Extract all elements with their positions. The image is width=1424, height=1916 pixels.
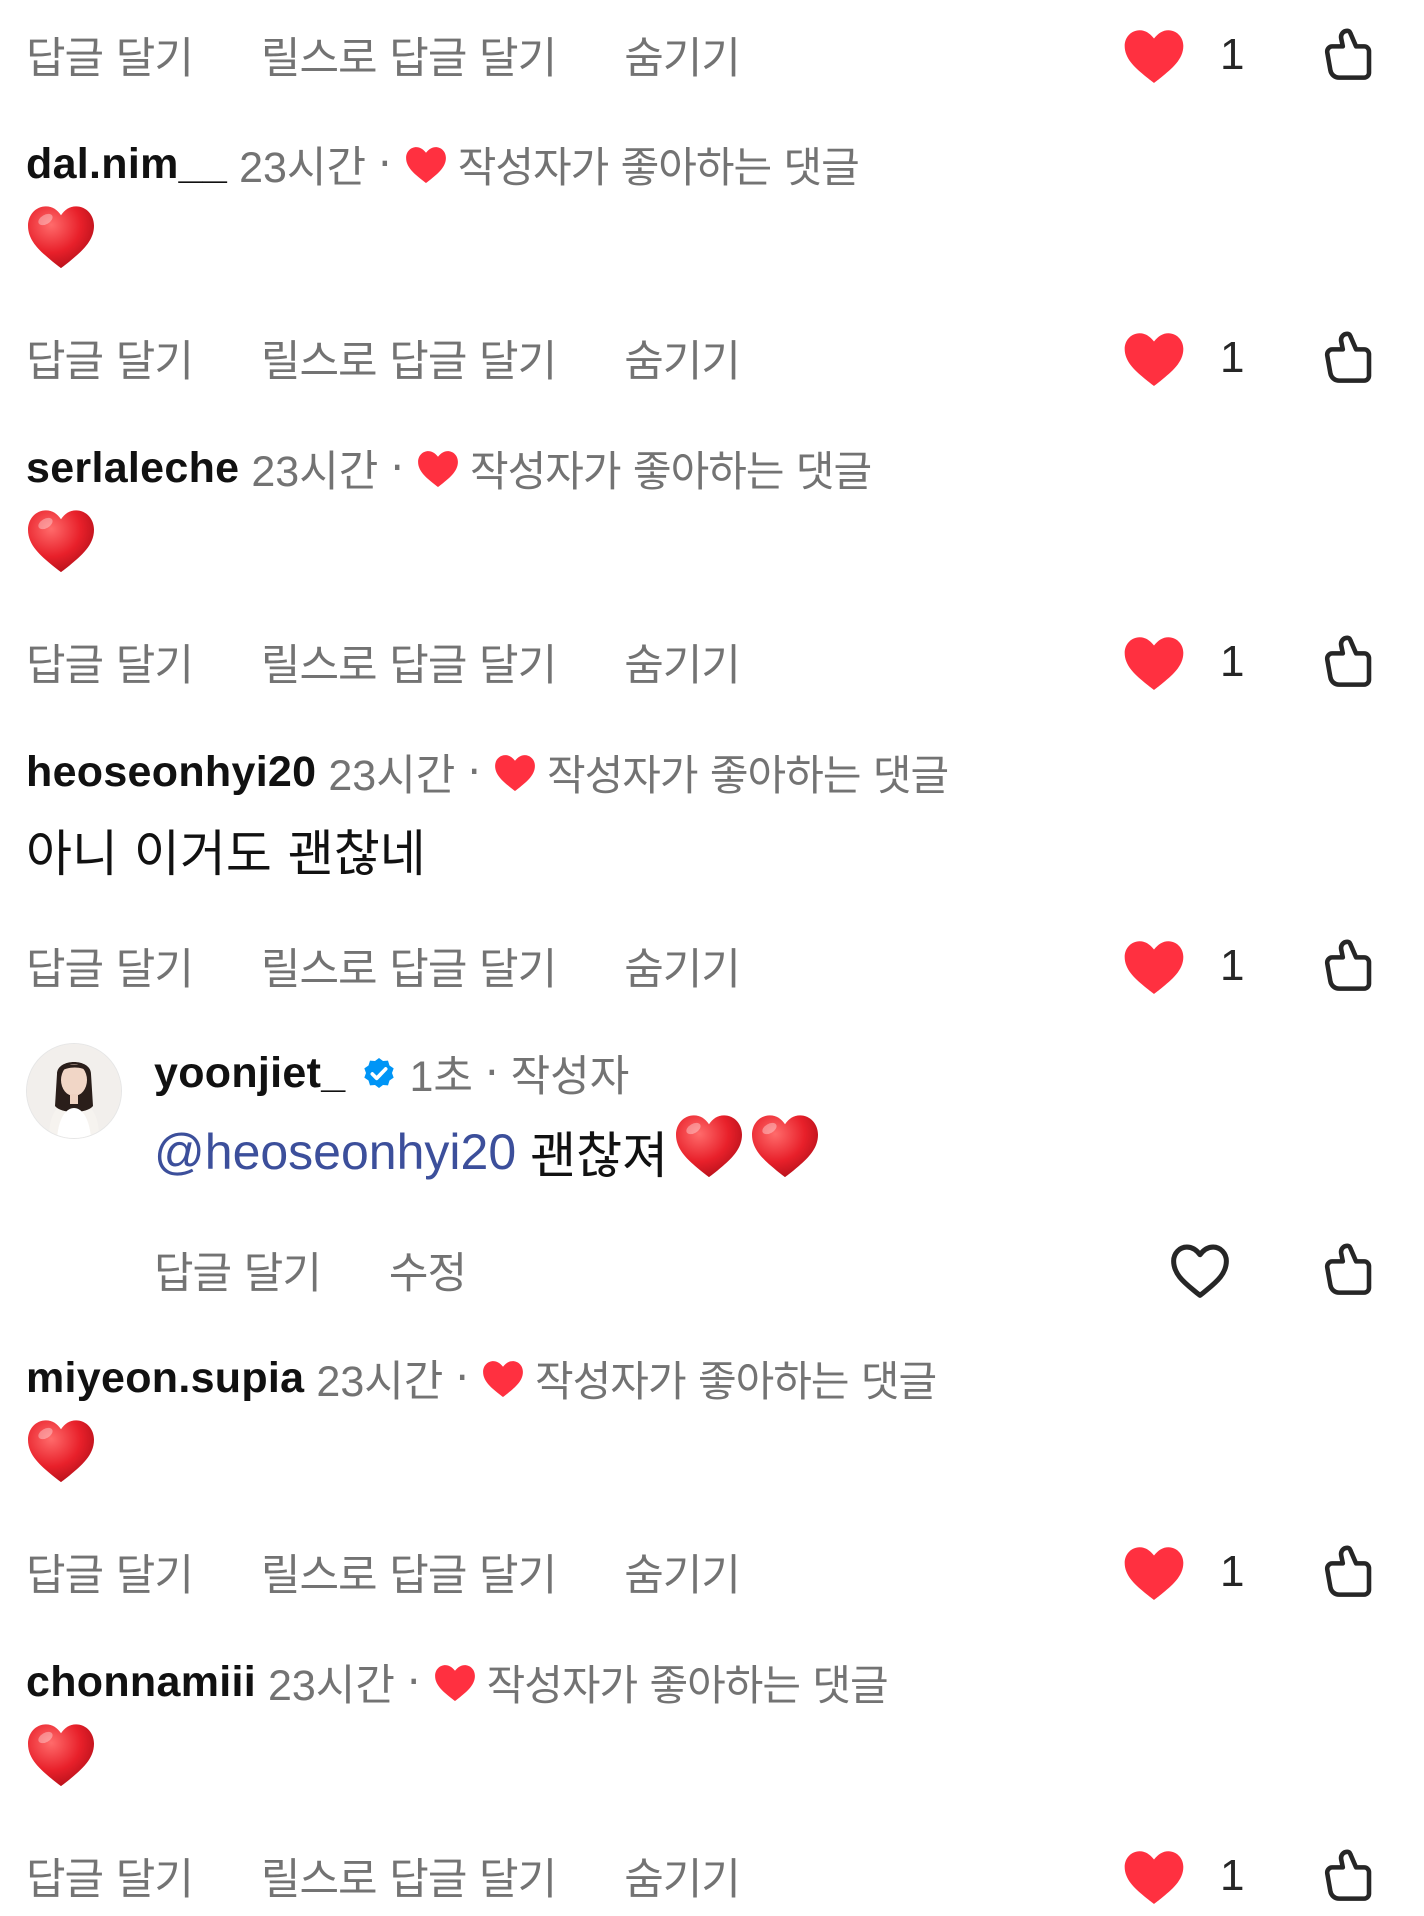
separator-dot: · [467, 747, 481, 797]
separator-dot: · [378, 139, 392, 189]
comment-username[interactable]: dal.nim__ [26, 140, 227, 189]
liked-by-author-label: 작성자가 좋아하는 댓글 [535, 1356, 937, 1406]
comment-body [26, 1722, 96, 1800]
separator-dot: · [406, 1657, 421, 1707]
like-heart-icon[interactable] [1122, 15, 1186, 95]
comment-time: 23시간 [239, 144, 367, 192]
like-count: 1 [1220, 333, 1245, 382]
author-liked-heart-icon [433, 1663, 477, 1701]
liked-by-author-label: 작성자가 좋아하는 댓글 [457, 142, 860, 192]
author-liked-heart-icon [493, 753, 537, 791]
comment-actions-row: 답글 달기 릴스로 답글 달기 숨기기 1 [0, 15, 1424, 95]
hide-button[interactable]: 숨기기 [624, 24, 741, 86]
reply-actions-row: 답글 달기 수정 [0, 1230, 1424, 1310]
like-count: 1 [1220, 637, 1245, 686]
like-count: 1 [1220, 941, 1245, 990]
comment-body [26, 204, 96, 282]
reply-time: 1초 [409, 1053, 473, 1101]
liked-by-author-label: 작성자가 좋아하는 댓글 [486, 1660, 889, 1710]
reels-reply-button[interactable]: 릴스로 답글 달기 [261, 1845, 557, 1907]
reply-button[interactable]: 답글 달기 [26, 327, 194, 389]
reels-reply-button[interactable]: 릴스로 답글 달기 [261, 631, 557, 693]
reels-reply-button[interactable]: 릴스로 답글 달기 [261, 1541, 557, 1603]
comment-body [26, 508, 96, 586]
like-heart-icon[interactable] [1122, 1836, 1186, 1916]
comment-actions-row: 답글 달기 릴스로 답글 달기 숨기기 1 [0, 318, 1424, 398]
like-heart-icon[interactable] [1122, 318, 1186, 398]
separator-dot: · [455, 1353, 470, 1403]
hide-button[interactable]: 숨기기 [624, 935, 741, 997]
comment-text: 아니 이거도 괜찮네 [26, 825, 426, 883]
hide-button[interactable]: 숨기기 [624, 631, 741, 693]
red-heart-emoji-icon [674, 1113, 744, 1191]
comment-time: 23시간 [328, 752, 456, 800]
comment-actions-row: 답글 달기 릴스로 답글 달기 숨기기 1 [0, 1836, 1424, 1916]
comment-actions-row: 답글 달기 릴스로 답글 달기 숨기기 1 [0, 1532, 1424, 1612]
comment-username[interactable]: miyeon.supia [26, 1354, 304, 1403]
edit-button[interactable]: 수정 [389, 1239, 467, 1301]
hide-button[interactable]: 숨기기 [624, 1845, 741, 1907]
comment-actions-row: 답글 달기 릴스로 답글 달기 숨기기 1 [0, 622, 1424, 702]
reply-body: @heoseonhyi20 괜찮져 [154, 1113, 820, 1191]
reply-username[interactable]: yoonjiet_ [154, 1049, 345, 1098]
mention-link[interactable]: @heoseonhyi20 [154, 1123, 516, 1181]
red-heart-emoji-icon [26, 508, 96, 586]
reply-button[interactable]: 답글 달기 [154, 1239, 322, 1301]
dislike-icon[interactable] [1316, 1241, 1374, 1305]
dislike-icon[interactable] [1316, 937, 1374, 1001]
reply-button[interactable]: 답글 달기 [26, 935, 194, 997]
comment-body [26, 1418, 96, 1496]
reply-button[interactable]: 답글 달기 [26, 24, 194, 86]
dislike-icon[interactable] [1316, 1847, 1374, 1911]
like-count: 1 [1220, 1547, 1245, 1596]
dislike-icon[interactable] [1316, 329, 1374, 393]
reels-reply-button[interactable]: 릴스로 답글 달기 [261, 935, 557, 997]
comment-username[interactable]: chonnamiii [26, 1658, 256, 1707]
dislike-icon[interactable] [1316, 26, 1374, 90]
reels-reply-button[interactable]: 릴스로 답글 달기 [261, 327, 557, 389]
liked-by-author-label: 작성자가 좋아하는 댓글 [470, 446, 872, 496]
hide-button[interactable]: 숨기기 [624, 1541, 741, 1603]
author-label: 작성자 [510, 1053, 630, 1101]
comment-username[interactable]: heoseonhyi20 [26, 748, 316, 797]
author-liked-heart-icon [481, 1359, 525, 1397]
separator-dot: · [390, 443, 405, 493]
comment-actions-row: 답글 달기 릴스로 답글 달기 숨기기 1 [0, 926, 1424, 1006]
comment-time: 23시간 [316, 1358, 444, 1406]
comment-time: 23시간 [251, 448, 379, 496]
red-heart-emoji-icon [26, 1418, 96, 1496]
reply-button[interactable]: 답글 달기 [26, 1541, 194, 1603]
reply-button[interactable]: 답글 달기 [26, 1845, 194, 1907]
like-heart-icon[interactable] [1122, 1532, 1186, 1612]
reply-button[interactable]: 답글 달기 [26, 631, 194, 693]
like-heart-outline-icon[interactable] [1168, 1230, 1232, 1310]
like-heart-icon[interactable] [1122, 622, 1186, 702]
red-heart-emoji-icon [750, 1113, 820, 1191]
comment-feed: 답글 달기 릴스로 답글 달기 숨기기 1 dal.nim__ 23시간 · 작… [0, 0, 1424, 1905]
reply-text: 괜찮져 [530, 1127, 669, 1185]
comment-time: 23시간 [267, 1662, 395, 1710]
verified-badge-icon [359, 1053, 399, 1093]
comment-username[interactable]: serlaleche [26, 444, 239, 493]
red-heart-emoji-icon [26, 1722, 96, 1800]
red-heart-emoji-icon [26, 204, 96, 282]
avatar[interactable] [26, 1043, 122, 1139]
author-liked-heart-icon [416, 449, 460, 487]
liked-by-author-label: 작성자가 좋아하는 댓글 [547, 750, 949, 800]
hide-button[interactable]: 숨기기 [624, 327, 741, 389]
separator-dot: · [484, 1048, 499, 1098]
author-liked-heart-icon [404, 145, 448, 183]
like-count: 1 [1220, 1851, 1245, 1900]
reels-reply-button[interactable]: 릴스로 답글 달기 [261, 24, 557, 86]
dislike-icon[interactable] [1316, 633, 1374, 697]
dislike-icon[interactable] [1316, 1543, 1374, 1607]
like-heart-icon[interactable] [1122, 926, 1186, 1006]
like-count: 1 [1220, 30, 1245, 79]
